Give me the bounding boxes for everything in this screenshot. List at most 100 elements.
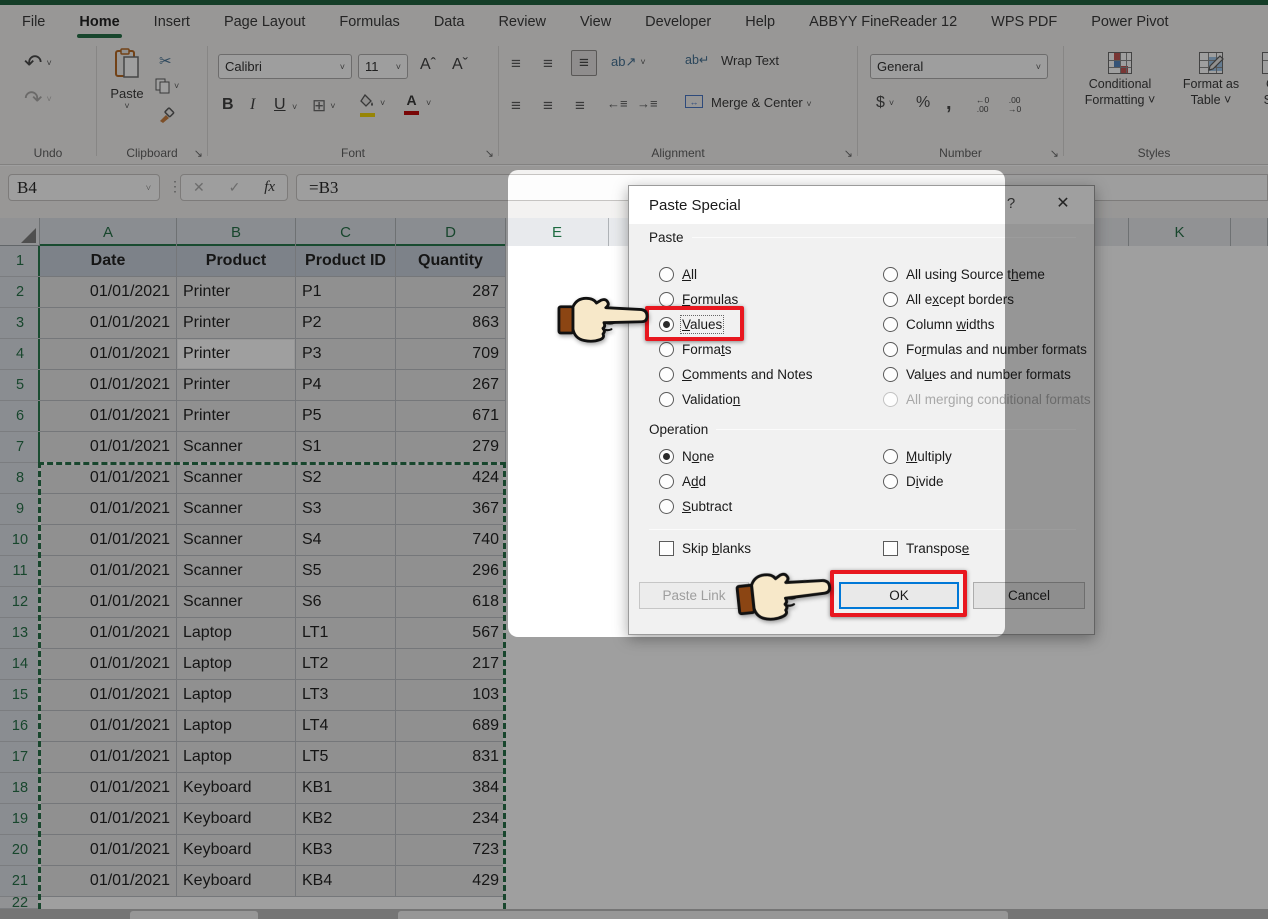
row-header-15[interactable]: 15 — [0, 680, 40, 711]
row-header-22[interactable]: 22 — [0, 897, 40, 909]
comma-style-icon[interactable]: , — [946, 92, 952, 115]
table-cell[interactable]: Printer — [177, 401, 296, 432]
table-cell[interactable]: 723 — [396, 835, 506, 866]
table-cell[interactable]: 831 — [396, 742, 506, 773]
table-cell[interactable]: Scanner — [177, 556, 296, 587]
checkbox-mark[interactable] — [883, 541, 898, 556]
operation-option-divide[interactable]: Divide — [883, 474, 944, 489]
table-cell[interactable]: 567 — [396, 618, 506, 649]
paste-option-uvales-and-number-formats[interactable]: Values and number formats — [883, 367, 1071, 382]
table-cell[interactable]: 01/01/2021 — [40, 773, 177, 804]
number-dialog-launcher-icon[interactable]: ↘ — [1050, 147, 1059, 160]
row-header-9[interactable]: 9 — [0, 494, 40, 525]
decrease-decimal-icon[interactable]: .00→0 — [1008, 96, 1021, 114]
paste-option-tformas[interactable]: Formats — [659, 342, 732, 357]
operation-option-multiply[interactable]: Multiply — [883, 449, 952, 464]
table-cell[interactable]: Scanner — [177, 587, 296, 618]
tab-help[interactable]: Help — [745, 14, 775, 30]
table-cell[interactable]: 01/01/2021 — [40, 835, 177, 866]
decrease-indent-icon[interactable]: ←≡ — [607, 96, 628, 111]
table-cell[interactable]: 367 — [396, 494, 506, 525]
table-cell[interactable]: Laptop — [177, 711, 296, 742]
undo-icon[interactable]: ↶˅ — [24, 50, 52, 76]
table-cell[interactable]: 01/01/2021 — [40, 711, 177, 742]
radio-mark[interactable] — [883, 449, 898, 464]
table-cell[interactable]: 01/01/2021 — [40, 401, 177, 432]
row-header-19[interactable]: 19 — [0, 804, 40, 835]
table-cell[interactable]: Keyboard — [177, 866, 296, 897]
table-cell[interactable]: LT3 — [296, 680, 396, 711]
row-header-12[interactable]: 12 — [0, 587, 40, 618]
dialog-help-icon[interactable]: ? — [1001, 195, 1021, 212]
operation-option-subtract[interactable]: Subtract — [659, 499, 732, 514]
font-name-combo[interactable]: Calibri˅ — [218, 54, 352, 79]
alignment-dialog-launcher-icon[interactable]: ↘ — [844, 147, 853, 160]
paste-option-all-merging-conditional-formats[interactable]: All merging conditional formats — [883, 392, 1091, 407]
table-cell[interactable]: 01/01/2021 — [40, 680, 177, 711]
column-header-d[interactable]: D — [396, 218, 506, 246]
table-cell[interactable]: 01/01/2021 — [40, 432, 177, 463]
table-cell[interactable]: 384 — [396, 773, 506, 804]
conditional-formatting-button[interactable]: ConditionalFormatting ˅ — [1072, 52, 1168, 108]
row-header-20[interactable]: 20 — [0, 835, 40, 866]
orientation-icon[interactable]: ab↗˅ — [611, 54, 646, 70]
paste-option-hall-using-source-teme[interactable]: All using Source theme — [883, 267, 1045, 282]
table-cell[interactable]: 01/01/2021 — [40, 804, 177, 835]
table-cell[interactable]: Printer — [177, 308, 296, 339]
operation-option-add[interactable]: Add — [659, 474, 706, 489]
align-left-icon[interactable]: ≡ — [511, 96, 521, 116]
table-cell[interactable]: Keyboard — [177, 773, 296, 804]
column-header-partial[interactable] — [1231, 218, 1268, 246]
table-cell[interactable]: Scanner — [177, 494, 296, 525]
table-cell[interactable]: S6 — [296, 587, 396, 618]
radio-mark[interactable] — [659, 342, 674, 357]
radio-mark[interactable] — [659, 367, 674, 382]
table-cell[interactable]: Printer — [177, 370, 296, 401]
table-header-cell[interactable]: Product ID — [296, 246, 396, 277]
table-cell[interactable]: 287 — [396, 277, 506, 308]
table-cell[interactable]: KB4 — [296, 866, 396, 897]
table-cell[interactable]: S3 — [296, 494, 396, 525]
tab-wps-pdf[interactable]: WPS PDF — [991, 14, 1057, 30]
select-all-corner[interactable] — [0, 218, 40, 246]
table-cell[interactable]: 01/01/2021 — [40, 525, 177, 556]
table-cell[interactable]: Laptop — [177, 618, 296, 649]
table-cell[interactable]: Laptop — [177, 742, 296, 773]
redo-icon[interactable]: ↷˅ — [24, 86, 52, 112]
sheet-tab-sliver[interactable] — [130, 911, 258, 919]
number-format-combo[interactable]: General˅ — [870, 54, 1048, 79]
radio-mark[interactable] — [659, 392, 674, 407]
row-header-13[interactable]: 13 — [0, 618, 40, 649]
checkbox-transpose[interactable]: Transpose — [883, 541, 969, 556]
table-cell[interactable]: Scanner — [177, 463, 296, 494]
tab-review[interactable]: Review — [498, 14, 546, 30]
row-header-7[interactable]: 7 — [0, 432, 40, 463]
table-cell[interactable]: 234 — [396, 804, 506, 835]
row-header-6[interactable]: 6 — [0, 401, 40, 432]
column-header-b[interactable]: B — [177, 218, 296, 246]
table-cell[interactable]: Laptop — [177, 649, 296, 680]
checkbox-mark[interactable] — [659, 541, 674, 556]
operation-option-none[interactable]: None — [659, 449, 714, 464]
table-cell[interactable]: P1 — [296, 277, 396, 308]
borders-icon[interactable]: ⊞˅ — [312, 96, 336, 116]
tab-page-layout[interactable]: Page Layout — [224, 14, 305, 30]
paste-button[interactable]: Paste ˅ — [105, 48, 149, 111]
table-header-cell[interactable]: Product — [177, 246, 296, 277]
table-cell[interactable]: 01/01/2021 — [40, 370, 177, 401]
bold-button[interactable]: B — [222, 96, 234, 114]
font-dialog-launcher-icon[interactable]: ↘ — [485, 147, 494, 160]
table-cell[interactable]: 296 — [396, 556, 506, 587]
tab-home[interactable]: Home — [79, 14, 119, 30]
tab-abbyy-finereader-12[interactable]: ABBYY FineReader 12 — [809, 14, 957, 30]
align-right-icon[interactable]: ≡ — [575, 96, 585, 116]
radio-mark[interactable] — [883, 342, 898, 357]
font-color-icon[interactable]: A — [404, 92, 419, 115]
paste-option-xall-ecept-borders[interactable]: All except borders — [883, 292, 1014, 307]
underline-button[interactable]: U — [274, 96, 286, 114]
table-cell[interactable]: 01/01/2021 — [40, 742, 177, 773]
radio-mark[interactable] — [883, 392, 898, 407]
table-cell[interactable]: 01/01/2021 — [40, 308, 177, 339]
scrollbar-sliver[interactable] — [398, 911, 1008, 919]
italic-button[interactable]: I — [250, 96, 255, 114]
